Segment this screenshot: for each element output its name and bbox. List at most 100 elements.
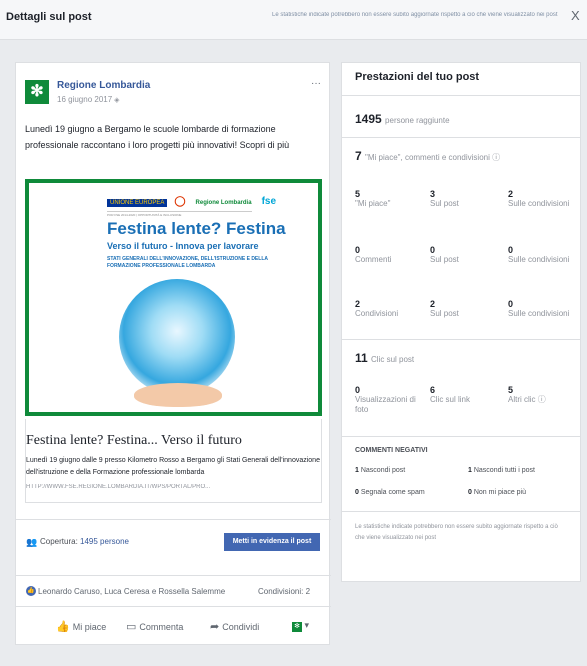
stat-value: 0 [468,489,472,496]
coverage: Copertura: 1495 persone [40,537,129,546]
likes-total-cell: 5 "Mi piace" [355,189,435,209]
photo-views-cell: 0 Visualizzazioni di foto [355,385,427,415]
stat-label: Sulle condivisioni [508,255,570,264]
stat-value: 1 [468,467,472,474]
link-title[interactable]: Festina lente? Festina... Verso il futur… [26,433,242,449]
comments-total-cell: 0 Commenti [355,245,435,265]
reactions-row: 👍 Leonardo Caruso, Luca Ceresa e Rossell… [16,575,331,605]
like-reaction-icon: 👍 [26,586,36,596]
stat-label: Non mi piace più [473,489,526,496]
stat-label: Sulle condivisioni [508,199,570,208]
stat-label: Sul post [430,255,459,264]
people-icon: 👥 [26,537,38,547]
stat-value: 6 [430,385,436,395]
clicks-summary: 11 Clic sul post [355,351,414,365]
stat-label: Condivisioni [355,309,399,318]
image-title: Festina lente? Festina [107,219,286,238]
thumbs-up-icon: 👍 [56,621,70,633]
globe-icon: ◈ [114,97,120,104]
stat-label: Sulle condivisioni [508,309,570,318]
stat-label: Nascondi tutti i post [473,467,535,474]
link-url: HTTP://WWW.FSE.REGIONE.LOMBARDIA.IT/WPS/… [26,484,211,490]
like-button[interactable]: 👍 Mi piace [56,620,106,633]
image-subtitle: Verso il futuro - Innova per lavorare [107,241,259,251]
regione-logo: Regione Lombardia [195,200,252,206]
divider [342,511,580,512]
stat-label: Visualizzazioni di foto [355,395,416,414]
comment-icon: ▭ [126,621,137,633]
stat-label: Nascondi post [360,467,406,474]
reach-label: persone raggiunte [385,116,450,125]
report-spam-stat: 0 Segnala come spam [355,489,425,496]
page-avatar[interactable]: ✻ [25,80,49,104]
stat-value: 0 [355,245,361,255]
performance-heading: Prestazioni del tuo post [355,71,480,83]
hand-illustration [134,383,222,407]
stat-value: 2 [508,189,514,199]
info-icon[interactable]: ⓘ [536,395,546,404]
post-date-text: 16 giugno 2017 [57,95,113,104]
info-icon[interactable]: ⓘ [490,153,500,162]
comments-on-post-cell: 0 Sul post [430,245,510,265]
stat-value: 5 [355,189,361,199]
divider [342,436,580,437]
image-tagline: POR FSE 2014-2020 | OPPORTUNITÀ E INCLUS… [107,211,252,217]
stat-value: 3 [430,189,436,199]
share-icon: ➦ [210,621,220,633]
coverage-link[interactable]: 1495 persone [80,537,129,546]
negative-feedback-heading: COMMENTI NEGATIVI [355,447,428,454]
page-selector[interactable]: ✻ ▾ [292,620,309,632]
post-date[interactable]: 16 giugno 2017 ◈ [57,95,120,104]
link-clicks-cell: 6 Clic sul link [430,385,510,405]
stat-value: 0 [508,299,514,309]
dialog-title: Dettagli sul post [6,11,92,23]
digital-globe-illustration [119,279,235,395]
close-icon[interactable]: X [571,8,580,23]
action-bar: 👍 Mi piace ▭ Commenta ➦ Condividi ✻ ▾ [16,606,331,645]
shares-count[interactable]: Condivisioni: 2 [258,587,310,596]
divider [342,137,580,138]
other-clicks-cell: 5 Altri clic ⓘ [508,385,587,405]
shares-on-post-cell: 2 Sul post [430,299,510,319]
coverage-label: Copertura: [40,537,78,546]
stat-value: 5 [508,385,514,395]
stat-value: 1 [355,467,359,474]
boost-post-button[interactable]: Metti in evidenza il post [224,533,320,551]
stat-label: Sul post [430,309,459,318]
chevron-down-icon: ▾ [304,620,310,630]
stat-value: 2 [355,299,361,309]
stat-label: Commenti [355,255,392,264]
stat-label: Sul post [430,199,459,208]
stat-value: 0 [355,385,361,395]
stats-footer-note: Le statistiche indicate potrebbero non e… [355,524,558,541]
likes-on-post-cell: 3 Sul post [430,189,510,209]
stat-label: "Mi piace" [355,199,391,208]
post-card: ✻ Regione Lombardia 16 giugno 2017 ◈ ··· … [15,62,331,645]
clicks-label: Clic sul post [371,355,415,364]
unlike-page-stat: 0 Non mi piace più [468,489,526,496]
share-button[interactable]: ➦ Condividi [210,620,259,633]
comment-button[interactable]: ▭ Commenta [126,620,183,633]
post-text: Lunedì 19 giugno a Bergamo le scuole lom… [25,124,290,150]
more-options-icon[interactable]: ··· [311,78,321,89]
stat-label: Segnala come spam [360,489,425,496]
stat-value: 0 [508,245,514,255]
image-logos: UNIONE EUROPEA ◯ Regione Lombardia fse [107,195,283,208]
stats-notice: Le statistiche indicate potrebbero non e… [272,12,558,18]
post-image[interactable]: UNIONE EUROPEA ◯ Regione Lombardia fse POR … [25,179,322,416]
page-name[interactable]: Regione Lombardia [57,80,150,91]
link-description: Lunedì 19 giugno dalle 9 presso Kilometr… [26,457,320,476]
comment-label: Commenta [139,622,184,632]
eu-logo: UNIONE EUROPEA [107,199,168,207]
interactions-label: "Mi piace", commenti e condivisioni [365,153,490,162]
stat-value: 0 [355,489,359,496]
stat-value: 0 [430,245,436,255]
image-stati-generali: STATI GENERALI DELL'INNOVAZIONE, DELL'IS… [107,256,268,269]
hide-all-posts-stat: 1 Nascondi tutti i post [468,467,535,474]
stat-value: 2 [430,299,436,309]
hide-post-stat: 1 Nascondi post [355,467,405,474]
post-performance-panel: Prestazioni del tuo post 1495 persone ra… [341,62,581,582]
likers-list[interactable]: Leonardo Caruso, Luca Ceresa e Rossella … [38,587,225,596]
likes-on-shares-cell: 2 Sulle condivisioni [508,189,587,209]
reach-summary: 1495 persone raggiunte [355,112,450,126]
